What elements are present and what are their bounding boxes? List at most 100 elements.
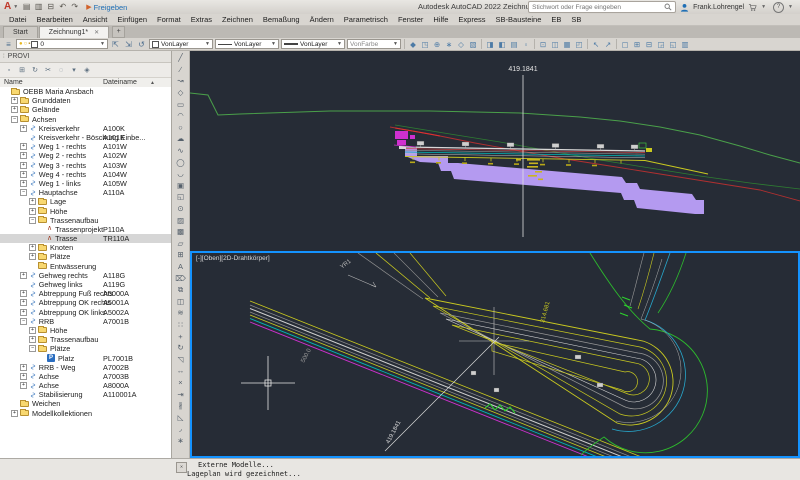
point-icon[interactable]: ⊙	[174, 203, 188, 215]
menu-item-hilfe[interactable]: Hilfe	[428, 15, 453, 24]
column-file[interactable]: Dateiname	[103, 79, 137, 86]
expand-toggle-icon[interactable]: −	[29, 345, 36, 352]
filter-icon[interactable]: ▾	[68, 65, 80, 76]
tree-item[interactable]: −∧TrasseTR110A	[0, 234, 171, 243]
tree-item[interactable]: −∿RRBA7001B	[0, 317, 171, 326]
region-icon[interactable]: ▱	[174, 238, 188, 250]
plotstyle-select[interactable]: VonFarbe ▼	[347, 39, 401, 49]
user-name[interactable]: Frank.Lohrengel	[693, 4, 744, 11]
expand-toggle-icon[interactable]: +	[20, 290, 27, 297]
tree-item[interactable]: −OEBB Maria Ansbach	[0, 87, 171, 96]
help-icon[interactable]: ?	[773, 2, 784, 13]
copy-icon[interactable]: ⧉	[174, 284, 188, 296]
expand-toggle-icon[interactable]: +	[29, 253, 36, 260]
sort-ascending-icon[interactable]: ▲	[150, 80, 155, 86]
tree-item[interactable]: +Trassenaufbau	[0, 335, 171, 344]
revision-cloud-icon[interactable]: ☁	[174, 133, 188, 145]
tree-item[interactable]: +Plätze	[0, 252, 171, 261]
toolbar-button[interactable]: ◰	[573, 39, 585, 50]
toolbar-button[interactable]: ⊕	[431, 39, 443, 50]
expand-toggle-icon[interactable]: −	[29, 217, 36, 224]
toolbar-button[interactable]: ⊟	[643, 39, 655, 50]
expand-toggle-icon[interactable]: +	[29, 244, 36, 251]
arc-icon[interactable]: ◠	[174, 110, 188, 122]
expand-toggle-icon[interactable]: +	[20, 125, 27, 132]
expand-toggle-icon[interactable]: +	[20, 309, 27, 316]
polygon-icon[interactable]: ◇	[174, 87, 188, 99]
tree-item[interactable]: +∿Weg 3 - rechtsA103W	[0, 161, 171, 170]
expand-toggle-icon[interactable]: +	[20, 180, 27, 187]
toolbar-button[interactable]: ◨	[484, 39, 496, 50]
toolbar-button[interactable]: ⊞	[631, 39, 643, 50]
search-input[interactable]	[529, 4, 664, 11]
menu-item-sb[interactable]: SB	[566, 15, 586, 24]
new-tab-button[interactable]: +	[112, 26, 125, 38]
menu-item-bemassung[interactable]: Bemaßung	[258, 15, 305, 24]
expand-toggle-icon[interactable]: +	[11, 410, 18, 417]
expand-toggle-icon[interactable]: +	[20, 272, 27, 279]
erase-icon[interactable]: ⌦	[174, 272, 188, 284]
expand-toggle-icon[interactable]: +	[20, 152, 27, 159]
command-line-area[interactable]: ✕ Externe Modelle... Lageplan wird gezei…	[0, 458, 800, 480]
tree-item[interactable]: +∿AchseA7003B	[0, 372, 171, 381]
palette-header[interactable]: ⁞ PROVI	[0, 51, 171, 63]
tree-item[interactable]: +∿AchseA8000A	[0, 381, 171, 390]
extend-icon[interactable]: ⇥	[174, 388, 188, 400]
spline-icon[interactable]: ∿	[174, 145, 188, 157]
tree-item[interactable]: +Höhe	[0, 326, 171, 335]
expand-toggle-icon[interactable]: +	[29, 208, 36, 215]
toolbar-button[interactable]: ▫	[520, 39, 532, 50]
expand-toggle-icon[interactable]: +	[20, 143, 27, 150]
help-caret-icon[interactable]: ▼	[788, 4, 793, 10]
redo-icon[interactable]: ↷	[69, 1, 80, 13]
tree-item[interactable]: +∿Abtreppung OK linksA5002A	[0, 308, 171, 317]
tree-item[interactable]: +Höhe	[0, 206, 171, 215]
palette-grip-icon[interactable]: ⁞	[3, 54, 4, 60]
break-icon[interactable]: ∦	[174, 400, 188, 412]
array-icon[interactable]: ∷	[174, 319, 188, 331]
tree-item[interactable]: +Knoten	[0, 243, 171, 252]
tree-item[interactable]: −Achsen	[0, 115, 171, 124]
tree-item[interactable]: +∿Weg 1 - linksA105W	[0, 179, 171, 188]
cut-icon[interactable]: ✂	[42, 65, 54, 76]
tree-item[interactable]: +∿Weg 1 - rechtsA101W	[0, 142, 171, 151]
expand-toggle-icon[interactable]: +	[20, 299, 27, 306]
share-button[interactable]: ▶ Freigeben	[86, 3, 127, 12]
trim-icon[interactable]: ×	[174, 377, 188, 389]
rotate-icon[interactable]: ↻	[174, 342, 188, 354]
line-icon[interactable]: ╱	[174, 52, 188, 64]
tree-item[interactable]: +∿KreisverkehrA100K	[0, 124, 171, 133]
gradient-icon[interactable]: ▩	[174, 226, 188, 238]
new-entry-icon[interactable]: ▫	[3, 65, 15, 76]
menu-item-zeichnen[interactable]: Zeichnen	[217, 15, 258, 24]
chamfer-icon[interactable]: ◺	[174, 411, 188, 423]
expand-toggle-icon[interactable]: +	[29, 327, 36, 334]
insert-block-icon[interactable]: ▣	[174, 180, 188, 192]
toolbar-button[interactable]: ▦	[561, 39, 573, 50]
expand-toggle-icon[interactable]: +	[20, 364, 27, 371]
construction-line-icon[interactable]: ∕	[174, 64, 188, 76]
menu-item-express[interactable]: Express	[453, 15, 490, 24]
search-icon[interactable]: ◌	[55, 65, 67, 76]
expand-toggle-icon[interactable]: +	[20, 162, 27, 169]
color-select[interactable]: VonLayer ▼	[149, 39, 213, 49]
tree-item[interactable]: +Modellkollektionen	[0, 409, 171, 418]
apps-caret-icon[interactable]: ▼	[761, 4, 766, 10]
viewport-profile[interactable]: 419.1841	[190, 51, 800, 251]
expand-toggle-icon[interactable]: +	[11, 106, 18, 113]
menu-item-format[interactable]: Format	[152, 15, 186, 24]
save-as-icon[interactable]: ▥	[33, 1, 44, 13]
expand-toggle-icon[interactable]: +	[20, 171, 27, 178]
multiline-text-icon[interactable]: A	[174, 261, 188, 273]
tree-item[interactable]: −Weichen	[0, 399, 171, 408]
tree-item[interactable]: −Plätze	[0, 344, 171, 353]
tree-item[interactable]: −∿HauptachseA110A	[0, 188, 171, 197]
tree-item[interactable]: +∿Gehweg rechtsA118G	[0, 271, 171, 280]
toolbar-button[interactable]: ◇	[455, 39, 467, 50]
expand-toggle-icon[interactable]: +	[20, 382, 27, 389]
tree-item[interactable]: +∿Abtreppung Fuß rechtsA5000A	[0, 289, 171, 298]
command-close-icon[interactable]: ✕	[176, 462, 187, 473]
menu-item-parametrisch[interactable]: Parametrisch	[339, 15, 393, 24]
tree-item[interactable]: −∿Gehweg linksA119G	[0, 280, 171, 289]
make-layer-current-icon[interactable]: ⇱	[109, 39, 122, 50]
